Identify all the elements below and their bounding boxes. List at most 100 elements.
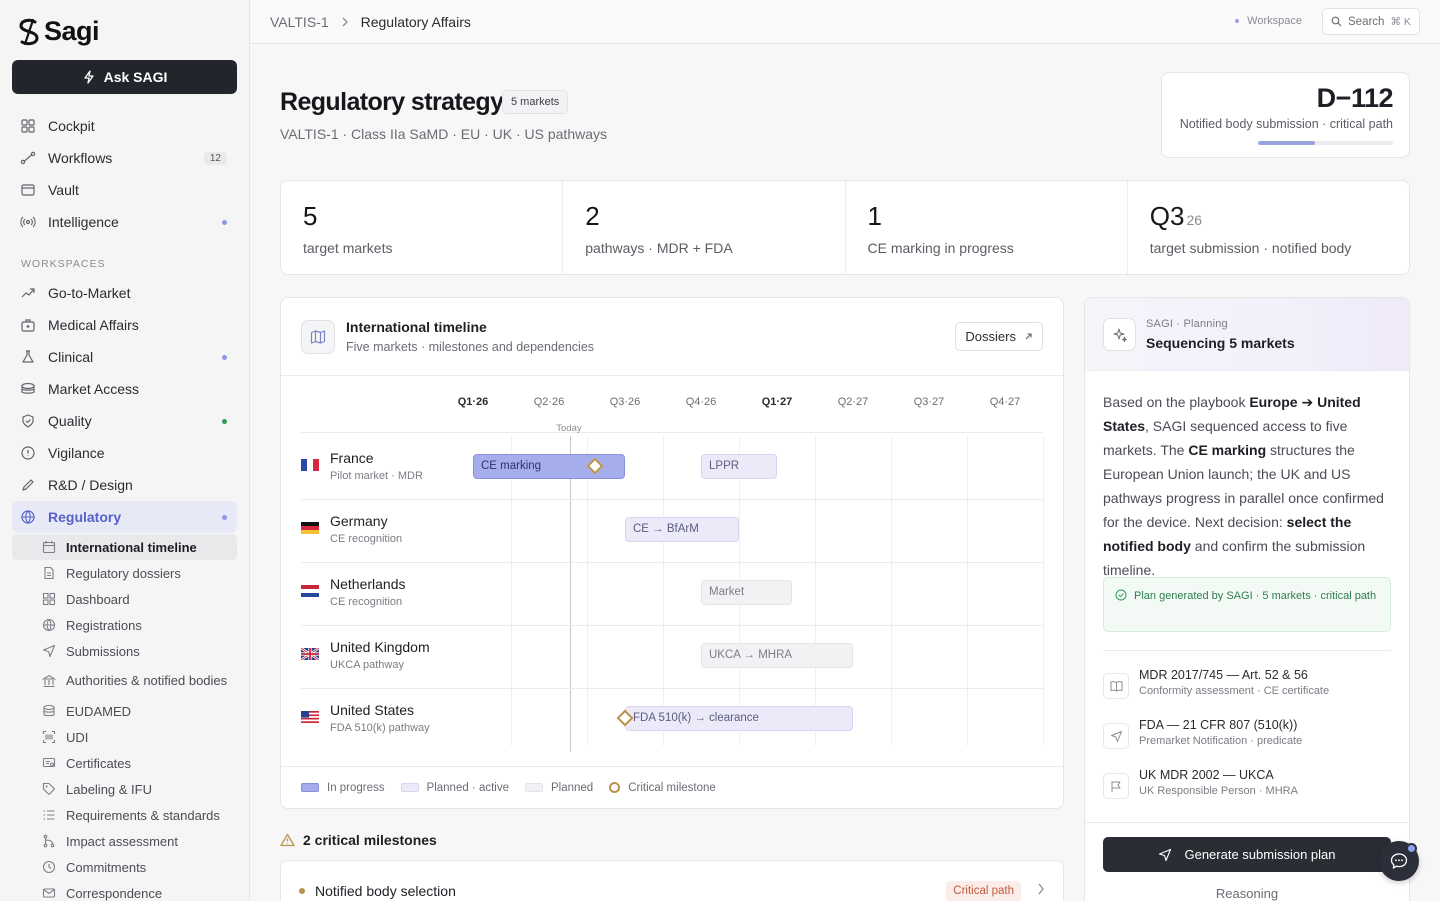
bolt-icon: [83, 70, 94, 84]
country-pathway: CE recognition: [330, 533, 403, 545]
subnav-item-international-timeline[interactable]: International timeline: [12, 534, 237, 560]
tag-icon: [42, 782, 56, 796]
country-pathway: FDA 510(k) pathway: [330, 722, 430, 734]
timeline-row-fr[interactable]: France Pilot market · MDR CE marking LPPR: [301, 436, 1043, 499]
calendar-icon: [42, 541, 56, 554]
subnav-label: International timeline: [66, 539, 197, 555]
nav-item-medical-affairs[interactable]: Medical Affairs: [12, 309, 237, 341]
nav-item-vigilance[interactable]: Vigilance: [12, 437, 237, 469]
flag-de-icon: [301, 522, 319, 534]
subnav-item-submissions[interactable]: Submissions: [12, 638, 237, 664]
subnav-item-impact-assessment[interactable]: Impact assessment: [12, 828, 237, 854]
timeline-bar[interactable]: Market: [701, 580, 793, 605]
timeline-bar[interactable]: FDA 510(k) → clearance: [625, 706, 853, 731]
nav-label: Market Access: [48, 381, 140, 397]
subnav-item-requirements[interactable]: Requirements & standards: [12, 802, 237, 828]
subnav-label: Dashboard: [66, 591, 130, 607]
nav-item-go-to-market[interactable]: Go-to-Market: [12, 277, 237, 309]
subnav-item-commitments[interactable]: Commitments: [12, 854, 237, 880]
nav-item-cockpit[interactable]: Cockpit: [12, 110, 237, 142]
send-icon: [1103, 723, 1129, 749]
dossiers-button[interactable]: Dossiers: [955, 322, 1043, 351]
subnav-label: Commitments: [66, 859, 147, 875]
reasoning-toggle[interactable]: Reasoning: [1103, 886, 1391, 901]
nav-item-clinical[interactable]: Clinical: [12, 341, 237, 373]
generate-button-label: Generate submission plan: [1184, 847, 1336, 862]
sagi-logo-icon: [19, 18, 39, 45]
nav-label: Go-to-Market: [48, 285, 131, 301]
generate-submission-plan-button[interactable]: Generate submission plan: [1103, 837, 1391, 872]
search-icon: [1331, 16, 1342, 27]
body-text: Based on the playbook: [1103, 394, 1250, 410]
search-button[interactable]: Search ⌘ K: [1322, 8, 1420, 35]
nav-label: Cockpit: [48, 118, 95, 134]
subnav-item-labeling-ifu[interactable]: Labeling & IFU: [12, 776, 237, 802]
timeline-bar[interactable]: LPPR: [701, 454, 777, 479]
deadline-card[interactable]: D−112 Notified body submission · critica…: [1161, 72, 1410, 158]
breadcrumb: VALTIS-1 Regulatory Affairs: [270, 14, 471, 30]
bank-icon: [42, 674, 56, 688]
subnav-item-certificates[interactable]: Certificates: [12, 750, 237, 776]
topbar: VALTIS-1 Regulatory Affairs Workspace Se…: [250, 0, 1440, 44]
nav-item-vault[interactable]: Vault: [12, 174, 237, 206]
country-name: United States: [330, 702, 415, 718]
timeline-row-us[interactable]: United States FDA 510(k) pathway FDA 510(k…: [301, 688, 1043, 751]
send-icon: [42, 644, 56, 658]
coins-icon: [21, 382, 35, 394]
reference-subtitle: Premarket Notification · predicate: [1139, 735, 1303, 747]
breadcrumb-root[interactable]: VALTIS-1: [270, 14, 329, 30]
legend-label: In progress: [327, 781, 385, 794]
critical-milestone-row[interactable]: Notified body selection Critical path: [280, 860, 1064, 901]
shield-icon: [22, 414, 34, 428]
database-icon: [43, 704, 55, 717]
timeline-row-nl[interactable]: Netherlands CE recognition Market: [301, 562, 1043, 625]
chat-launcher-button[interactable]: [1379, 841, 1419, 881]
ask-sagi-button[interactable]: Ask SAGI: [12, 60, 237, 94]
subnav-label: Impact assessment: [66, 833, 178, 849]
timeline-title: International timeline: [346, 319, 487, 335]
reference-mdr[interactable]: MDR 2017/745 — Art. 52 & 56 Conformity a…: [1103, 668, 1391, 708]
timeline-bar[interactable]: UKCA → MHRA: [701, 643, 853, 668]
subnav-item-udi[interactable]: UDI: [12, 724, 237, 750]
nav-item-market-access[interactable]: Market Access: [12, 373, 237, 405]
subnav-label: Regulatory dossiers: [66, 565, 181, 581]
reference-ukca[interactable]: UK MDR 2002 — UKCA UK Responsible Person…: [1103, 768, 1391, 808]
deadline-progress-fill: [1258, 141, 1315, 145]
subnav-label: Requirements & standards: [66, 807, 220, 823]
quarter-label: Q2·26: [533, 396, 565, 408]
briefcase-icon: [21, 319, 35, 332]
flag-uk-icon: [301, 648, 319, 660]
emphasis-text: CE marking: [1188, 442, 1267, 458]
legend-planned: Planned: [525, 782, 593, 794]
country-name: Germany: [330, 513, 388, 529]
timeline-row-uk[interactable]: United Kingdom UKCA pathway UKCA → MHRA: [301, 625, 1043, 688]
subnav-item-dashboard[interactable]: Dashboard: [12, 586, 237, 612]
subnav-item-authorities[interactable]: Authorities & notified bodies: [12, 664, 237, 698]
subnav-item-regulatory-dossiers[interactable]: Regulatory dossiers: [12, 560, 237, 586]
subnav-label: Labeling & IFU: [66, 781, 152, 797]
divider: [1103, 650, 1391, 651]
timeline-row-de[interactable]: Germany CE recognition CE → BfArM: [301, 499, 1043, 562]
subnav-item-eudamed[interactable]: EUDAMED: [12, 698, 237, 724]
country-pathway: CE recognition: [330, 596, 403, 608]
nav-item-quality[interactable]: Quality: [12, 405, 237, 437]
dossiers-label: Dossiers: [965, 329, 1016, 344]
status-dot: [222, 354, 227, 360]
nav-label: Clinical: [48, 349, 94, 365]
nav-item-regulatory[interactable]: Regulatory: [12, 501, 237, 533]
legend-in-progress: In progress: [301, 782, 385, 794]
milestone-dot: [299, 888, 305, 894]
timeline-bar[interactable]: CE → BfArM: [625, 517, 739, 542]
quarter-label: Q1·26: [457, 396, 489, 408]
workspace-indicator[interactable]: Workspace: [1235, 15, 1302, 27]
nav-item-rd-design[interactable]: R&D / Design: [12, 469, 237, 501]
workflow-icon: [20, 151, 36, 165]
sagi-explanation: Based on the playbook Europe ➔ United St…: [1103, 390, 1395, 582]
nav-item-workflows[interactable]: Workflows 12: [12, 142, 237, 174]
subnav-item-registrations[interactable]: Registrations: [12, 612, 237, 638]
status-dot: [222, 514, 227, 520]
logo[interactable]: Sagi: [18, 16, 100, 47]
subnav-item-correspondence[interactable]: Correspondence: [12, 880, 237, 901]
reference-fda[interactable]: FDA — 21 CFR 807 (510(k)) Premarket Noti…: [1103, 718, 1391, 758]
nav-item-intelligence[interactable]: Intelligence: [12, 206, 237, 238]
